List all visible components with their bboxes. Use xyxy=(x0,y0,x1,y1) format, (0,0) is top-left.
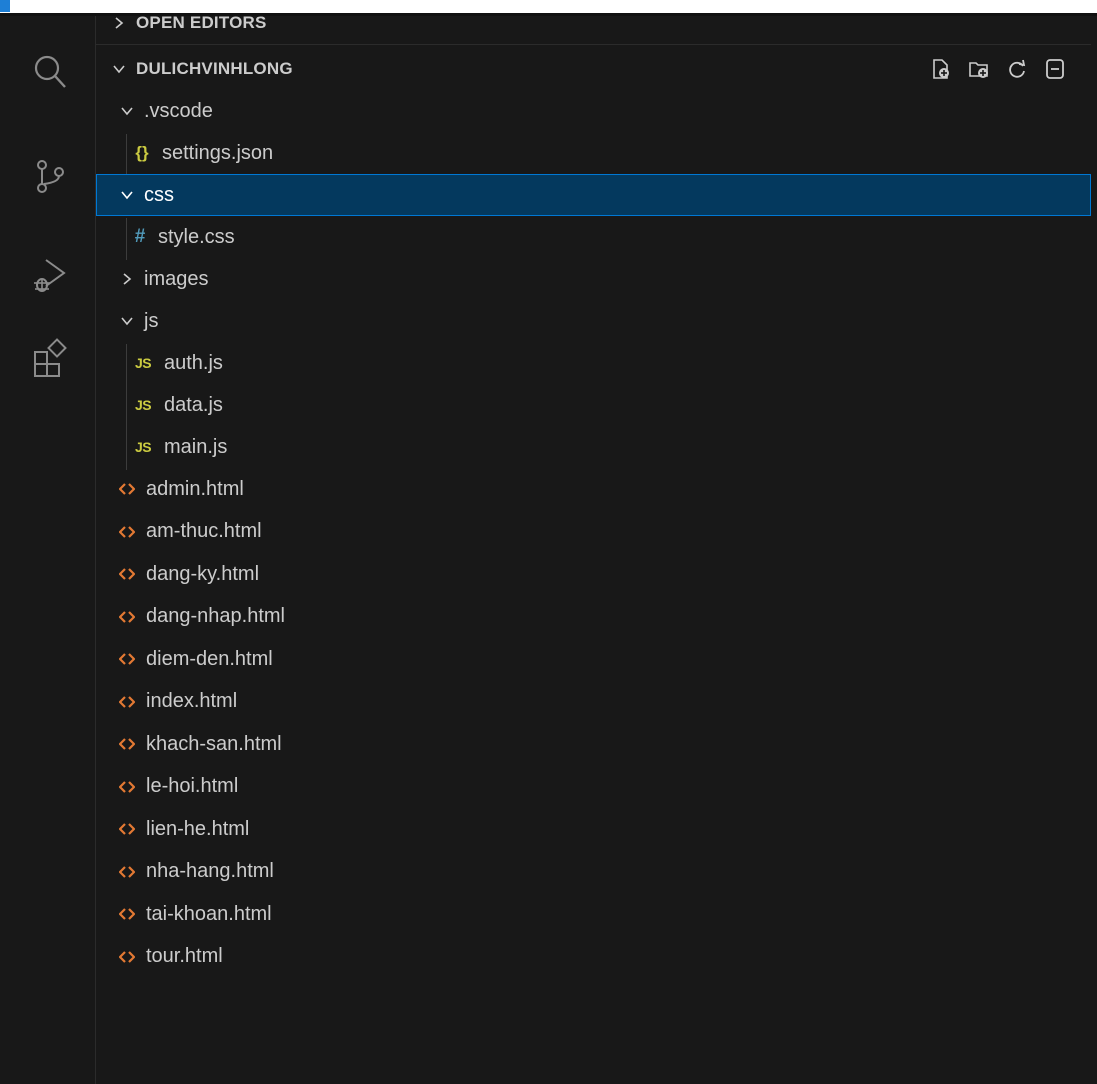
tree-file-html[interactable]: dang-ky.html xyxy=(96,553,1091,595)
extensions-icon[interactable] xyxy=(28,336,72,380)
file-label: admin.html xyxy=(146,477,244,500)
project-section[interactable]: DULICHVINHLONG xyxy=(96,48,1091,90)
file-label: lien-he.html xyxy=(146,817,250,840)
open-editors-section[interactable]: OPEN EDITORS xyxy=(96,2,1091,44)
tree-file-html[interactable]: nha-hang.html xyxy=(96,851,1091,893)
tree-file-html[interactable]: lien-he.html xyxy=(96,808,1091,850)
html-file-icon xyxy=(118,821,136,837)
tree-file-js[interactable]: JS data.js xyxy=(96,384,1091,426)
html-file-icon xyxy=(118,906,136,922)
html-file-icon xyxy=(118,779,136,795)
activity-bar xyxy=(0,16,96,1084)
tree-file-js[interactable]: JS main.js xyxy=(96,426,1091,468)
explorer-actions xyxy=(929,48,1067,90)
js-file-icon: JS xyxy=(134,397,152,413)
html-file-icon xyxy=(118,524,136,540)
refresh-icon[interactable] xyxy=(1005,57,1029,81)
tree-file-html[interactable]: khach-san.html xyxy=(96,723,1091,765)
file-label: settings.json xyxy=(162,141,274,164)
new-folder-icon[interactable] xyxy=(967,57,991,81)
file-label: le-hoi.html xyxy=(146,775,239,797)
tree-folder-images[interactable]: images xyxy=(96,258,1091,300)
chevron-down-icon xyxy=(118,186,136,204)
open-editors-label: OPEN EDITORS xyxy=(136,13,267,32)
html-file-icon xyxy=(118,651,136,667)
section-divider xyxy=(96,44,1091,45)
html-file-icon xyxy=(118,949,136,965)
file-label: am-thuc.html xyxy=(146,520,262,542)
tree-file-html[interactable]: admin.html xyxy=(96,468,1091,510)
file-label: data.js xyxy=(164,393,223,416)
chevron-right-icon xyxy=(118,270,136,288)
html-file-icon xyxy=(118,566,136,582)
tree-file-html[interactable]: tai-khoan.html xyxy=(96,893,1091,935)
source-control-icon[interactable] xyxy=(28,154,72,198)
tree-folder-vscode[interactable]: .vscode xyxy=(96,90,1091,132)
html-file-icon xyxy=(118,481,136,497)
file-label: khach-san.html xyxy=(146,732,282,755)
file-label: tour.html xyxy=(146,945,223,967)
tree-folder-css[interactable]: css xyxy=(96,174,1091,216)
file-label: diem-den.html xyxy=(146,647,273,670)
js-file-icon: JS xyxy=(134,439,152,455)
folder-label: js xyxy=(144,309,159,332)
html-file-icon xyxy=(118,609,136,625)
tree-file-settings-json[interactable]: {} settings.json xyxy=(96,132,1091,174)
vscode-window: OPEN EDITORS DULICHVINHLONG .vscode {} s… xyxy=(0,13,1097,1084)
file-label: tai-khoan.html xyxy=(146,902,272,925)
file-label: nha-hang.html xyxy=(146,860,274,882)
collapse-all-icon[interactable] xyxy=(1043,57,1067,81)
file-label: style.css xyxy=(158,225,235,248)
explorer-panel: OPEN EDITORS DULICHVINHLONG .vscode {} s… xyxy=(96,13,1097,1084)
new-file-icon[interactable] xyxy=(929,57,953,81)
tree-file-js[interactable]: JS auth.js xyxy=(96,342,1091,384)
tree-file-html[interactable]: diem-den.html xyxy=(96,638,1091,680)
project-label: DULICHVINHLONG xyxy=(136,59,293,78)
tree-file-html[interactable]: index.html xyxy=(96,681,1091,723)
css-file-icon: # xyxy=(134,226,146,247)
folder-label: images xyxy=(144,267,209,290)
run-debug-icon[interactable] xyxy=(28,254,72,298)
chevron-right-icon xyxy=(110,14,128,32)
tree-file-html[interactable]: am-thuc.html xyxy=(96,511,1091,553)
tree-file-html[interactable]: le-hoi.html xyxy=(96,766,1091,808)
file-label: dang-nhap.html xyxy=(146,605,285,627)
file-label: dang-ky.html xyxy=(146,562,260,585)
tree-folder-js[interactable]: js xyxy=(96,300,1091,342)
top-strip-accent xyxy=(0,0,10,12)
tree-file-style-css[interactable]: # style.css xyxy=(96,216,1091,258)
file-label: auth.js xyxy=(164,351,223,374)
file-label: main.js xyxy=(164,435,228,458)
chevron-down-icon xyxy=(118,312,136,330)
search-icon[interactable] xyxy=(28,50,72,94)
html-file-icon xyxy=(118,864,136,880)
html-file-icon xyxy=(118,694,136,710)
chevron-down-icon xyxy=(110,60,128,78)
tree-file-html[interactable]: dang-nhap.html xyxy=(96,596,1091,638)
folder-label: .vscode xyxy=(144,99,213,122)
json-file-icon: {} xyxy=(135,143,149,162)
html-file-icon xyxy=(118,736,136,752)
tree-file-html[interactable]: tour.html xyxy=(96,936,1091,978)
folder-label: css xyxy=(144,183,174,206)
chevron-down-icon xyxy=(118,102,136,120)
file-label: index.html xyxy=(146,690,238,712)
js-file-icon: JS xyxy=(134,355,152,371)
